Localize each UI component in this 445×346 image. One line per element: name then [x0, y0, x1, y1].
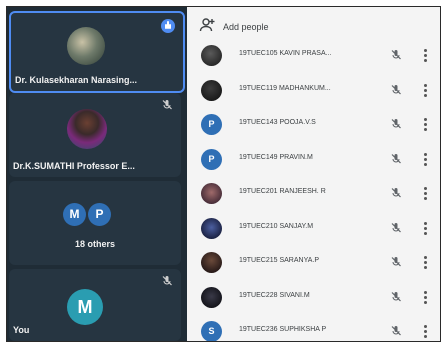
video-grid: Dr. Kulasekharan Narasing... Dr.K.SUMATH…	[7, 7, 187, 341]
tile-speaker[interactable]: Dr. Kulasekharan Narasing...	[9, 11, 185, 93]
participant-row[interactable]: 19TUEC228 SIVANI.M	[187, 283, 440, 312]
self-avatar: M	[67, 289, 103, 325]
mic-off-icon[interactable]	[390, 153, 402, 165]
mic-off-icon[interactable]	[390, 118, 402, 130]
tile-name: Dr. Kulasekharan Narasing...	[15, 75, 138, 85]
mic-off-icon[interactable]	[390, 187, 402, 199]
more-options-icon[interactable]	[424, 118, 428, 131]
participant-name: 19TUEC215 SARANYA.P	[239, 257, 320, 264]
more-options-icon[interactable]	[424, 221, 428, 235]
participant-avatar	[201, 79, 222, 101]
participant-avatar: P	[201, 148, 222, 170]
mic-off-icon[interactable]	[390, 325, 402, 337]
participant-row[interactable]: P 19TUEC143 POOJA.V.S	[187, 110, 440, 139]
others-avatar: M	[63, 203, 86, 226]
participant-name: 19TUEC201 RANJEESH. R	[239, 188, 326, 195]
more-options-icon[interactable]	[424, 83, 428, 97]
tile-self[interactable]: M You	[9, 269, 181, 341]
participant-name: 19TUEC236 SUPHIKSHA P	[239, 326, 327, 333]
participant-name: 19TUEC149 PRAVIN.M	[239, 153, 313, 161]
participant-row[interactable]: 19TUEC215 SARANYA.P	[187, 248, 440, 277]
participant-name: 19TUEC119 MADHANKUM...	[239, 84, 331, 92]
participants-panel: Add people 19TUEC105 KAVIN PRASA... 19TUE…	[187, 7, 440, 341]
mic-off-icon	[162, 100, 172, 110]
participant-row[interactable]: P 19TUEC149 PRAVIN.M	[187, 145, 440, 174]
participant-avatar: S	[201, 321, 222, 341]
add-people-label: Add people	[223, 22, 269, 32]
participant-avatar: P	[201, 114, 222, 135]
participant-row[interactable]: 19TUEC105 KAVIN PRASA...	[187, 41, 440, 70]
meet-window: Dr. Kulasekharan Narasing... Dr.K.SUMATH…	[6, 6, 441, 342]
participant-row[interactable]: 19TUEC210 SANJAY.M	[187, 214, 440, 243]
others-count: 18 others	[74, 239, 116, 249]
participant-avatar	[201, 45, 222, 66]
more-options-icon[interactable]	[424, 152, 428, 166]
more-options-icon[interactable]	[424, 256, 428, 269]
participant-photo	[67, 27, 105, 65]
participant-name: 19TUEC105 KAVIN PRASA...	[239, 50, 332, 57]
more-options-icon[interactable]	[424, 187, 428, 200]
mic-off-icon[interactable]	[390, 256, 402, 268]
tile-name: Dr.K.SUMATHI Professor E...	[13, 161, 135, 171]
mic-off-icon	[162, 276, 172, 286]
participant-avatar	[201, 252, 222, 273]
more-options-icon[interactable]	[424, 325, 428, 338]
participant-avatar	[201, 286, 222, 308]
tile-name: You	[13, 325, 30, 335]
participant-photo	[67, 109, 107, 149]
tile-participant[interactable]: Dr.K.SUMATHI Professor E...	[9, 93, 181, 177]
more-options-icon[interactable]	[424, 290, 428, 304]
participant-row[interactable]: 19TUEC201 RANJEESH. R	[187, 179, 440, 208]
mic-off-icon[interactable]	[390, 291, 402, 303]
participant-avatar	[201, 217, 222, 239]
more-options-icon[interactable]	[424, 49, 428, 62]
participant-row[interactable]: 19TUEC119 MADHANKUM...	[187, 76, 440, 105]
participant-avatar	[201, 183, 222, 204]
add-person-icon	[199, 18, 215, 32]
speaking-indicator-icon	[161, 19, 175, 33]
others-avatar: P	[88, 203, 111, 226]
participant-row[interactable]: S 19TUEC236 SUPHIKSHA P	[187, 317, 440, 341]
mic-off-icon[interactable]	[390, 222, 402, 234]
mic-off-icon[interactable]	[390, 84, 402, 96]
participant-name: 19TUEC210 SANJAY.M	[239, 222, 314, 230]
mic-off-icon[interactable]	[390, 49, 402, 61]
tile-others[interactable]: M P 18 others	[9, 181, 181, 265]
participant-name: 19TUEC228 SIVANI.M	[239, 291, 310, 299]
participant-name: 19TUEC143 POOJA.V.S	[239, 119, 316, 126]
